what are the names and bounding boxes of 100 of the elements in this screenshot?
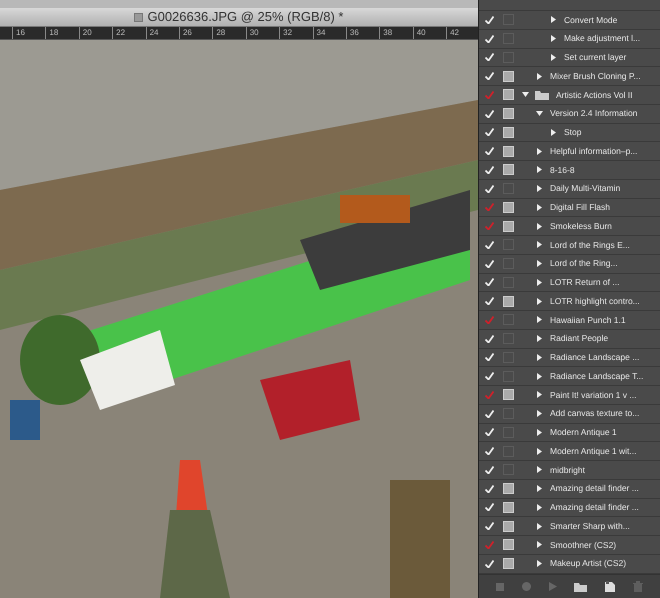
- ruler-label: 20: [78, 27, 112, 39]
- expand-icon[interactable]: [536, 428, 543, 436]
- document-title: G0026636.JPG @ 25% (RGB/8) *: [147, 8, 344, 26]
- check-icon[interactable]: [485, 222, 494, 230]
- expand-icon[interactable]: [536, 504, 543, 511]
- folder-icon[interactable]: [574, 582, 588, 592]
- action-row[interactable]: 8-16-8: [479, 161, 660, 180]
- expand-icon[interactable]: [536, 278, 543, 286]
- expand-icon[interactable]: [536, 72, 543, 80]
- action-row[interactable]: LOTR Return of ...: [479, 274, 660, 292]
- ruler-label: 18: [45, 27, 79, 39]
- ruler-label: 30: [246, 27, 280, 39]
- expand-icon[interactable]: [536, 485, 543, 492]
- action-label: Add canvas texture to...: [550, 407, 640, 420]
- action-label: LOTR highlight contro...: [550, 294, 640, 308]
- expand-icon[interactable]: [536, 354, 543, 361]
- expand-icon[interactable]: [536, 466, 543, 474]
- action-row[interactable]: Digital Fill Flash: [479, 198, 660, 218]
- expand-icon[interactable]: [550, 54, 557, 61]
- expand-icon[interactable]: [536, 204, 543, 211]
- action-row[interactable]: Convert Mode: [479, 11, 660, 30]
- action-label: Radiance Landscape ...: [550, 351, 640, 364]
- expand-icon[interactable]: [536, 372, 543, 380]
- action-label: Convert Mode: [564, 14, 618, 26]
- action-row[interactable]: Modern Antique 1: [479, 424, 660, 442]
- document-tab[interactable]: G0026636.JPG @ 25% (RGB/8) *: [0, 8, 478, 27]
- check-icon[interactable]: [485, 390, 494, 399]
- ruler-label: 26: [178, 27, 212, 39]
- action-label: Radiance Landscape T...: [550, 370, 644, 382]
- action-row[interactable]: Artistic Actions Vol II: [479, 86, 660, 105]
- action-row[interactable]: Daily Multi-Vitamin: [479, 180, 660, 198]
- expand-icon[interactable]: [536, 448, 543, 455]
- action-label: Make adjustment l...: [564, 32, 640, 45]
- close-icon[interactable]: [134, 12, 144, 22]
- ruler-label: 38: [379, 27, 413, 39]
- action-label: Mixer Brush Cloning P...: [550, 70, 641, 82]
- expand-icon[interactable]: [550, 128, 557, 136]
- action-label: LOTR Return of ...: [550, 276, 620, 289]
- action-label: Amazing detail finder ...: [550, 501, 639, 514]
- check-icon[interactable]: [485, 316, 494, 324]
- check-icon[interactable]: [485, 203, 494, 212]
- action-row[interactable]: Lord of the Rings E...: [479, 236, 660, 255]
- ruler-label: 24: [146, 27, 179, 39]
- action-row[interactable]: LOTR highlight contro...: [479, 292, 660, 311]
- ruler-label: 32: [279, 27, 313, 39]
- check-icon[interactable]: [485, 540, 494, 549]
- action-label: Amazing detail finder ...: [550, 482, 639, 495]
- action-row[interactable]: Radiance Landscape T...: [479, 367, 660, 386]
- collapse-icon[interactable]: [536, 110, 543, 118]
- expand-icon[interactable]: [536, 166, 543, 174]
- action-row[interactable]: Mixer Brush Cloning P...: [479, 67, 660, 86]
- expand-icon[interactable]: [536, 260, 543, 268]
- expand-icon[interactable]: [536, 222, 543, 230]
- action-row[interactable]: Amazing detail finder ...: [479, 498, 660, 518]
- action-row[interactable]: Paint It! variation 1 v ...: [479, 386, 660, 405]
- expand-icon[interactable]: [536, 148, 543, 155]
- action-row[interactable]: Radiance Landscape ...: [479, 348, 660, 368]
- action-label: Lord of the Rings E...: [550, 238, 630, 252]
- action-row[interactable]: Radiant People: [479, 330, 660, 348]
- action-row[interactable]: Smoothner (CS2): [479, 536, 660, 555]
- expand-icon[interactable]: [536, 335, 543, 342]
- ruler-label: 40: [412, 27, 446, 39]
- action-row[interactable]: Make adjustment l...: [479, 30, 660, 48]
- action-row[interactable]: Lord of the Ring...: [479, 254, 660, 274]
- expand-icon[interactable]: [536, 522, 543, 530]
- action-row[interactable]: Modern Antique 1 wit...: [479, 442, 660, 461]
- action-row[interactable]: Stop: [479, 124, 660, 142]
- action-label: Hawaiian Punch 1.1: [550, 314, 626, 326]
- expand-icon[interactable]: [550, 16, 557, 24]
- action-row[interactable]: Version 2.4 Information: [479, 104, 660, 124]
- action-label: Stop: [564, 126, 582, 139]
- action-label: Radiant People: [550, 332, 608, 345]
- expand-icon[interactable]: [536, 560, 543, 568]
- collapse-icon[interactable]: [522, 91, 529, 98]
- action-label: Makeup Artist (CS2): [550, 557, 626, 570]
- action-label: 8-16-8: [550, 164, 575, 176]
- action-label: Modern Antique 1: [550, 426, 617, 439]
- action-row[interactable]: Add canvas texture to...: [479, 404, 660, 424]
- action-row[interactable]: Amazing detail finder ...: [479, 480, 660, 498]
- expand-icon[interactable]: [536, 298, 543, 305]
- action-label: Modern Antique 1 wit...: [550, 444, 636, 458]
- expand-icon[interactable]: [550, 35, 557, 42]
- new-action-icon[interactable]: [605, 581, 616, 592]
- action-label: Helpful information–p...: [550, 144, 638, 158]
- action-row[interactable]: Hawaiian Punch 1.1: [479, 311, 660, 330]
- expand-icon[interactable]: [536, 410, 543, 418]
- expand-icon[interactable]: [536, 316, 543, 324]
- check-icon[interactable]: [485, 90, 494, 99]
- expand-icon[interactable]: [536, 541, 543, 548]
- action-row[interactable]: Set current layer: [479, 48, 660, 68]
- action-label: Lord of the Ring...: [550, 257, 618, 270]
- action-row[interactable]: Smokeless Burn: [479, 217, 660, 236]
- action-row[interactable]: midbright: [479, 461, 660, 480]
- expand-icon[interactable]: [536, 241, 543, 248]
- expand-icon[interactable]: [536, 391, 543, 398]
- action-row[interactable]: Helpful information–p...: [479, 142, 660, 161]
- ruler-label: 36: [346, 27, 380, 39]
- action-row[interactable]: Smarter Sharp with...: [479, 517, 660, 536]
- ruler-label: 34: [312, 27, 346, 39]
- expand-icon[interactable]: [536, 185, 543, 192]
